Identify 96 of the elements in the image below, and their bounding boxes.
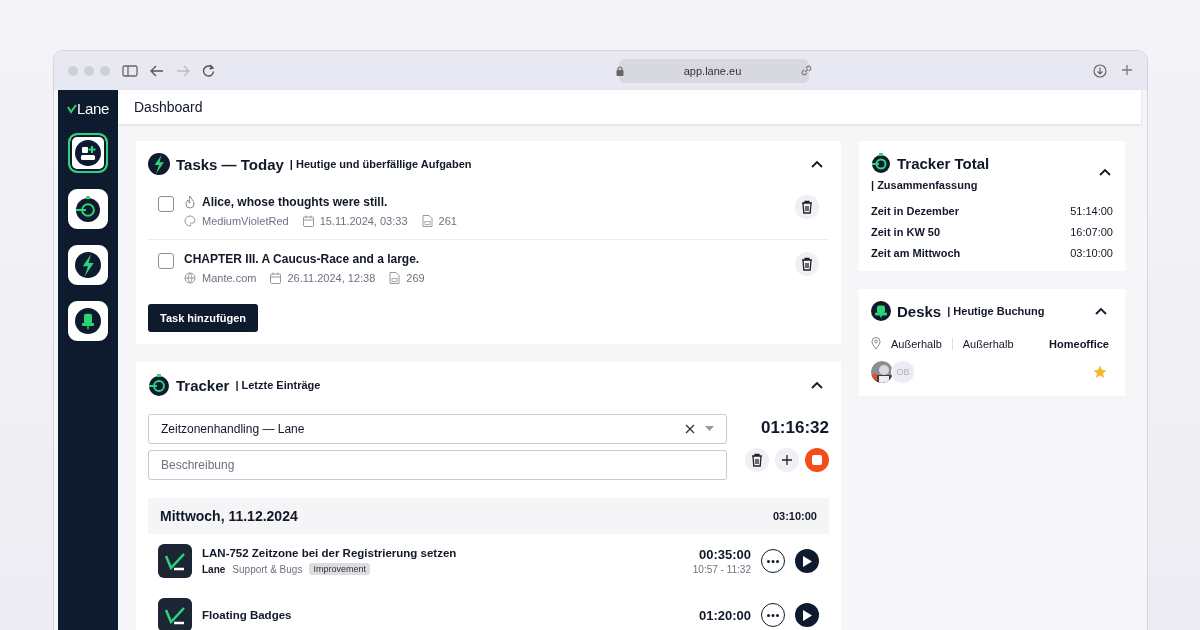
trash-icon [799,199,815,215]
document-icon [389,272,401,284]
play-button[interactable] [795,603,819,627]
entry-tag: Improvement [309,563,370,575]
sidebar-icon[interactable] [122,64,138,77]
selected-project: Zeitzonenhandling — Lane [161,422,306,436]
entry-duration: 01:20:00 [698,607,751,623]
stop-button[interactable] [805,448,829,472]
stopwatch-icon [871,153,891,173]
back-icon[interactable] [150,64,164,77]
card-title: Tracker [176,376,230,394]
stopwatch-icon [148,374,170,396]
chair-icon [871,301,891,321]
day-label: Mittwoch, 11.12.2024 [160,508,298,524]
card-subtitle: | Zusammenfassung [871,179,979,191]
task-title: CHAPTER III. A Caucus-Race and a large. [184,252,420,266]
task-title: Alice, whose thoughts were still. [202,195,388,209]
clear-icon[interactable] [685,424,695,434]
card-subtitle: | Letzte Einträge [235,379,321,391]
card-title: Desks [897,302,942,320]
summary-value: 03:10:00 [1070,247,1113,259]
card-subtitle: | Heutige Buchung [947,305,1045,317]
trash-icon [749,452,765,468]
play-button[interactable] [795,549,819,573]
summary-value: 16:07:00 [1070,226,1113,238]
play-icon [802,555,812,567]
description-field[interactable]: Beschreibung [148,450,727,480]
card-subtitle: | Heutige und überfällige Aufgaben [289,158,472,170]
download-icon[interactable] [1093,63,1107,78]
summary-label: Zeit am Mittwoch [871,247,961,259]
checkbox[interactable] [158,253,174,269]
checkbox[interactable] [158,196,174,212]
task-meta: Mante.com [202,272,257,284]
entry-title: Floating Badges [202,609,293,621]
stop-icon [812,455,822,465]
more-icon [767,613,779,617]
task-meta: 15.11.2024, 03:33 [319,215,408,227]
stopwatch-icon [75,196,101,222]
timer: 01:16:32 [760,418,829,438]
plus-icon [782,455,792,465]
delete-button[interactable] [795,195,819,219]
delete-button[interactable] [745,448,769,472]
sidebar-item[interactable] [68,133,108,173]
calendar-icon [302,215,314,227]
collapse-icon[interactable] [811,160,823,168]
card-title: Tracker Total [897,154,990,172]
entry-duration: 00:35:00 [698,547,751,562]
location: Außerhalb [890,337,943,350]
calendar-icon [270,272,282,284]
day-total: 03:10:00 [772,510,817,522]
desk-plus-icon [75,140,101,166]
task-meta: 269 [406,272,425,284]
summary-label: Zeit in KW 50 [871,226,941,238]
more-icon [767,559,779,563]
entry-title: LAN-752 Zeitzone bei der Registrierung setzen [202,547,458,559]
page-title: Dashboard [118,90,1141,124]
dropdown-icon[interactable] [705,426,714,432]
task-meta: MediumVioletRed [202,215,289,227]
project-select[interactable]: Zeitzonenhandling — Lane [148,414,727,444]
chair-icon [75,308,101,334]
summary-label: Zeit in Dezember [871,205,960,217]
location-pin-icon [871,337,881,350]
trash-icon [799,256,815,272]
more-button[interactable] [761,603,785,627]
globe-icon [184,272,196,284]
link-icon[interactable] [801,65,813,76]
project-logo-icon [158,544,192,578]
booking-type: Homeoffice [1049,337,1110,350]
more-button[interactable] [761,549,785,573]
delete-button[interactable] [795,252,819,276]
entry-project: Lane [202,563,226,575]
card-title: Tasks — Today [176,155,284,173]
entry-category: Support & Bugs [232,563,303,575]
logo-text: Lane [76,100,110,117]
collapse-icon[interactable] [1099,168,1111,176]
summary-value: 51:14:00 [1070,205,1113,217]
document-icon [421,215,433,227]
reload-icon[interactable] [202,64,215,77]
entry-time-range: 10:57 - 11:32 [692,564,751,575]
collapse-icon[interactable] [1095,307,1107,315]
task-meta: 261 [438,215,457,227]
collapse-icon[interactable] [811,381,823,389]
star-icon[interactable] [1093,365,1107,379]
lock-icon [615,65,624,76]
palette-icon [184,215,196,227]
lightning-icon [148,153,170,175]
add-task-button[interactable]: Task hinzufügen [148,304,258,332]
address-bar[interactable]: app.lane.eu [619,58,809,83]
task-meta: 26.11.2024, 12:38 [287,272,376,284]
plus-icon[interactable] [1121,63,1133,76]
play-icon [802,609,812,621]
url-text: app.lane.eu [683,64,742,77]
add-button[interactable] [775,448,799,472]
location: Außerhalb [951,337,1024,350]
lightning-icon [75,252,101,278]
check-mark-icon [66,103,77,114]
